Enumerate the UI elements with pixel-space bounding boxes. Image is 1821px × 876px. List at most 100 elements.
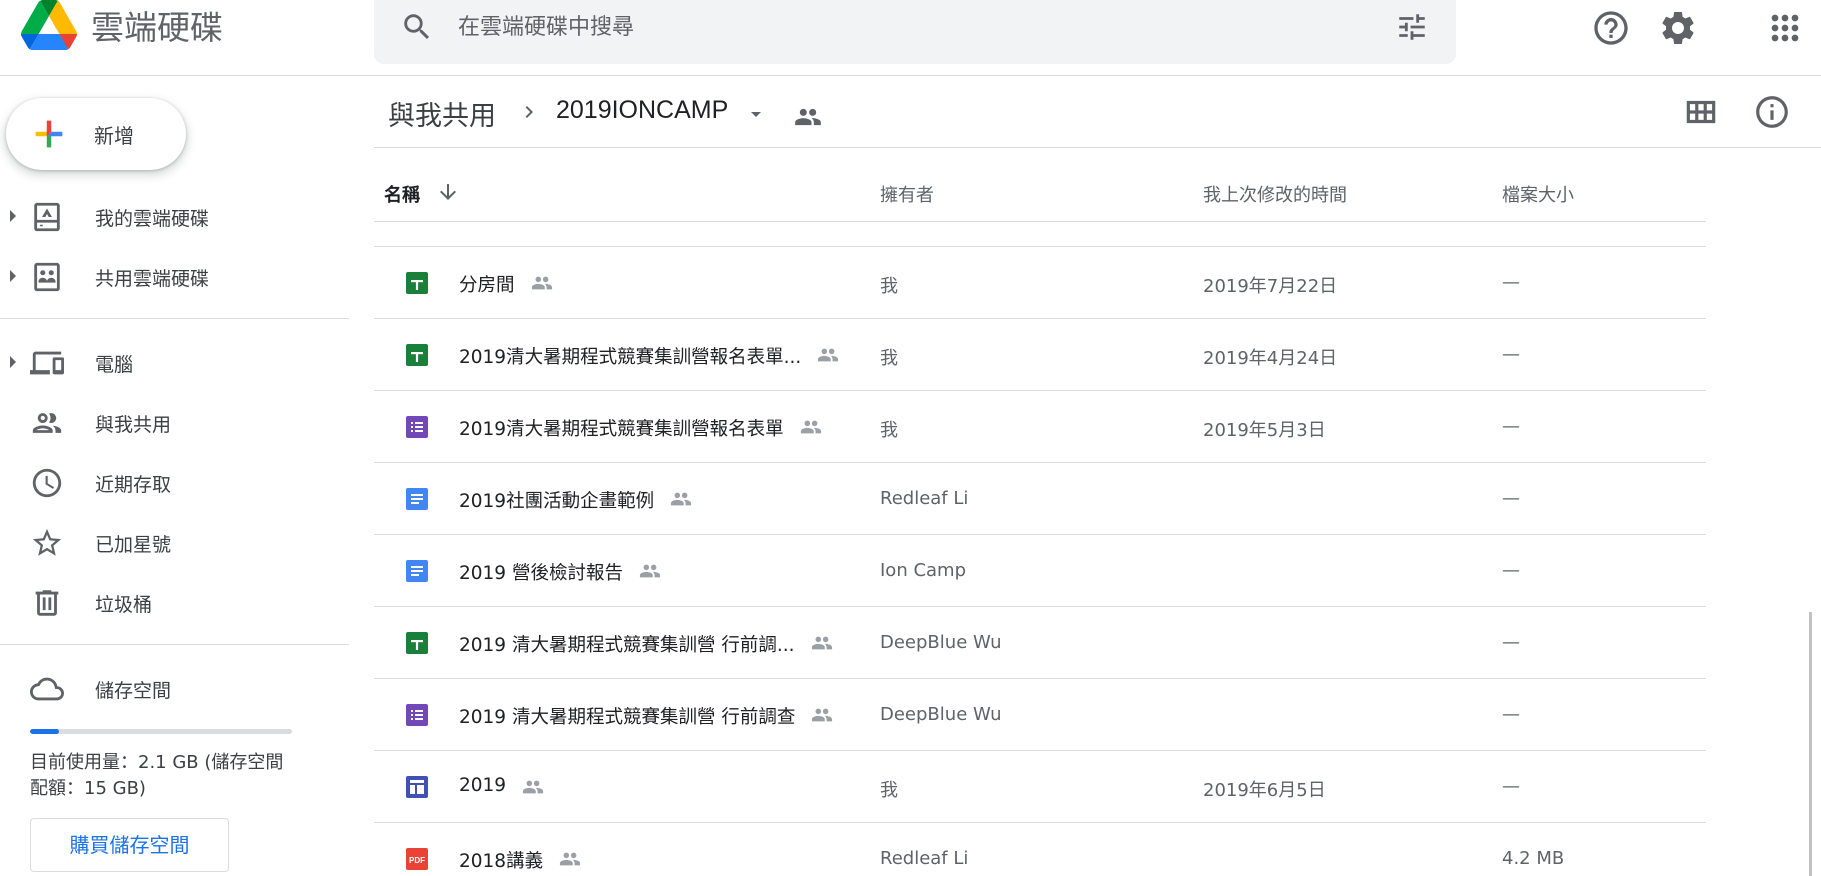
sidebar-divider [0,318,349,319]
expand-arrow-icon[interactable] [8,268,18,284]
apps-grid-icon[interactable] [1765,8,1805,48]
file-size: — [1502,488,1520,509]
column-header-owner[interactable]: 擁有者 [880,181,934,207]
file-name: 2019 清大暑期程式競賽集訓營 行前調查 [459,707,796,728]
expand-arrow-icon[interactable] [8,208,18,224]
search-input[interactable] [458,3,1338,51]
breadcrumb: 與我共用 2019IONCAMP [374,76,1821,148]
shared-people-icon [529,272,555,294]
shared-people-icon [668,488,694,510]
file-name: 2019 [459,775,507,796]
computers-icon [30,346,64,380]
file-row[interactable]: 2019社團活動企畫範例 Redleaf Li — [374,463,1706,535]
sidebar-divider [0,644,349,645]
file-row[interactable]: 2019 營後檢討報告 Ion Camp — [374,535,1706,607]
file-owner: DeepBlue Wu [880,632,1002,653]
info-icon[interactable] [1753,93,1791,131]
file-owner: 我 [880,348,898,369]
sidebar-item-computers[interactable]: 電腦 [0,334,349,390]
google-docs-icon [405,559,429,583]
google-sites-icon [405,775,429,799]
file-row[interactable]: 分房間 我 2019年7月22日 — [374,247,1706,319]
help-icon[interactable] [1591,8,1631,48]
expand-arrow-icon[interactable] [8,354,18,370]
file-row[interactable]: PDF 2018講義 Redleaf Li 4.2 MB [374,823,1706,876]
sidebar-item-shared-drives[interactable]: 共用雲端硬碟 [0,248,349,304]
sidebar-item-label: 共用雲端硬碟 [95,268,210,290]
file-size: — [1502,704,1520,725]
search-bar [374,0,1456,64]
storage-usage-text: 目前使用量：2.1 GB (儲存空間配額：15 GB) [30,752,284,799]
recent-clock-icon [30,466,64,500]
trash-icon [30,586,64,620]
file-owner: 我 [880,780,898,801]
file-name: 分房間 [459,275,515,296]
new-button-label: 新增 [94,124,134,148]
app-title[interactable]: 雲端硬碟 [91,5,223,51]
storage-usage-fill [30,729,59,734]
breadcrumb-root[interactable]: 與我共用 [388,94,496,133]
sidebar-item-label: 已加星號 [95,534,172,556]
file-name: 2019清大暑期程式競賽集訓營報名表單 [459,419,784,440]
column-header-size[interactable]: 檔案大小 [1502,181,1574,207]
pdf-icon: PDF [405,847,429,871]
file-size: 4.2 MB [1502,848,1565,869]
file-name: 2019社團活動企畫範例 [459,491,655,512]
search-options-icon[interactable] [1395,10,1429,44]
file-list: 分房間我 2019年7月22日 —2019清大暑期程式競賽集訓營報名表單... 我 20… [374,247,1706,876]
google-sheets-icon [405,631,429,655]
folder-menu-dropdown-icon[interactable] [744,102,768,126]
sidebar-item-my-drive[interactable]: 我的雲端硬碟 [0,188,349,244]
file-row[interactable]: 2019清大暑期程式競賽集訓營報名表單... 我 2019年4月24日 — [374,319,1706,391]
shared-folder-people-icon[interactable] [794,103,822,131]
file-owner: 我 [880,276,898,297]
column-header-modified[interactable]: 我上次修改的時間 [1203,181,1347,207]
new-button[interactable]: 新增 [6,98,186,170]
storage-usage-bar [30,729,292,734]
scrollbar[interactable] [1809,612,1812,876]
shared-drives-icon [30,260,64,294]
sidebar-item-label: 垃圾桶 [95,594,153,616]
file-size: — [1502,344,1520,365]
shared-people-icon [798,416,824,438]
drive-logo-icon[interactable] [20,0,78,54]
svg-text:PDF: PDF [409,856,425,865]
file-size: — [1502,632,1520,653]
google-forms-icon [405,415,429,439]
cloud-icon [30,672,64,706]
shared-people-icon [637,560,663,582]
sidebar-item-recent[interactable]: 近期存取 [0,454,349,510]
star-icon [30,526,64,560]
file-row[interactable]: 2019清大暑期程式競賽集訓營報名表單 我 2019年5月3日 — [374,391,1706,463]
file-name: 2019清大暑期程式競賽集訓營報名表單... [459,347,802,368]
settings-gear-icon[interactable] [1658,8,1698,48]
buy-storage-button[interactable]: 購買儲存空間 [30,818,229,872]
sidebar-item-shared-with-me[interactable]: 與我共用 [0,394,349,450]
search-icon[interactable] [400,10,434,44]
chevron-right-icon [517,100,541,124]
shared-people-icon [557,848,583,870]
file-owner: Ion Camp [880,560,967,581]
google-docs-icon [405,487,429,511]
file-size: — [1502,560,1520,581]
sidebar-item-trash[interactable]: 垃圾桶 [0,574,349,630]
grid-view-icon[interactable] [1682,93,1720,131]
file-row[interactable]: 2019 清大暑期程式競賽集訓營 行前調查 DeepBlue Wu — [374,679,1706,751]
file-size: — [1502,272,1520,293]
top-bar: 雲端硬碟 [0,0,1821,76]
file-modified-date: 2019年5月3日 [1203,420,1326,441]
shared-people-icon [815,344,841,366]
column-header-name[interactable]: 名稱 [384,181,420,207]
sidebar-item-label: 儲存空間 [95,680,172,702]
file-name: 2018講義 [459,851,544,872]
sort-arrow-down-icon[interactable] [436,180,460,204]
file-row[interactable]: 2019 我 2019年6月5日 — [374,751,1706,823]
file-modified-date: 2019年4月24日 [1203,348,1338,369]
file-owner: DeepBlue Wu [880,704,1002,725]
file-row[interactable]: 2019 清大暑期程式競賽集訓營 行前調... DeepBlue Wu — [374,607,1706,679]
breadcrumb-current-folder[interactable]: 2019IONCAMP [556,96,728,125]
file-owner: Redleaf Li [880,848,969,869]
sidebar-item-storage[interactable]: 儲存空間 [0,660,349,716]
new-plus-icon [29,114,69,154]
sidebar-item-starred[interactable]: 已加星號 [0,514,349,570]
